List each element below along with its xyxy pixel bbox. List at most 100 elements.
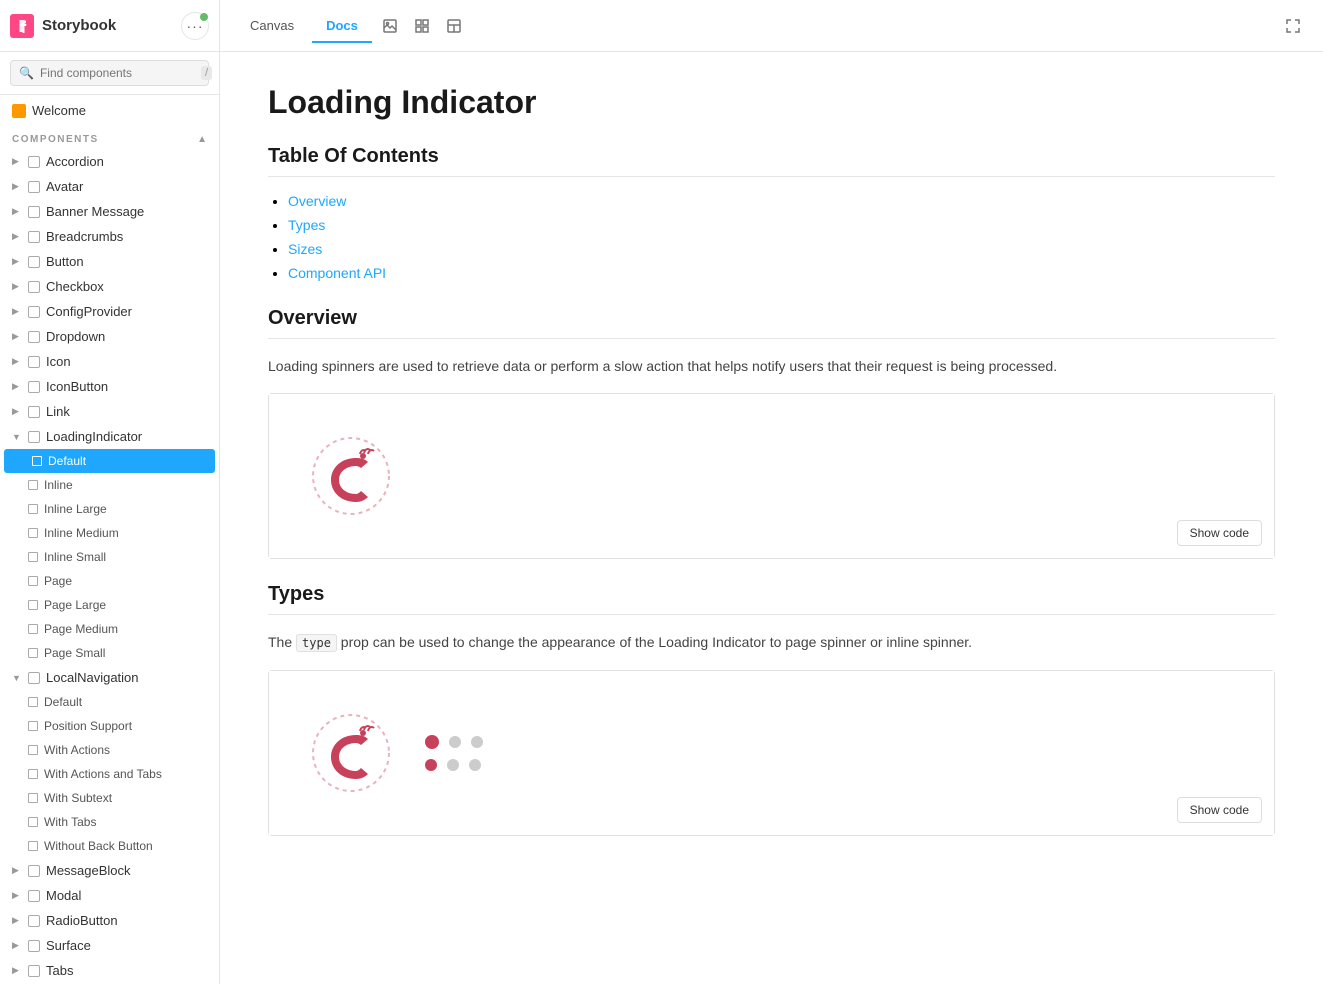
toolbar-right bbox=[1279, 12, 1307, 40]
sidebar-item-config-provider[interactable]: ▶ ConfigProvider bbox=[0, 299, 219, 324]
menu-dots-icon: ··· bbox=[187, 18, 204, 34]
sidebar-label-page-medium: Page Medium bbox=[44, 622, 118, 636]
toc-link-component-api[interactable]: Component API bbox=[288, 265, 386, 281]
divider bbox=[268, 338, 1275, 339]
sidebar-item-icon[interactable]: ▶ Icon bbox=[0, 349, 219, 374]
component-icon bbox=[28, 431, 40, 443]
story-icon bbox=[28, 552, 38, 562]
components-section-header: COMPONENTS ▲ bbox=[0, 126, 219, 149]
sidebar-item-button[interactable]: ▶ Button bbox=[0, 249, 219, 274]
story-icon bbox=[28, 721, 38, 731]
content: Loading Indicator Table Of Contents Over… bbox=[220, 52, 1323, 984]
sidebar-item-modal[interactable]: ▶ Modal bbox=[0, 883, 219, 908]
component-icon bbox=[28, 965, 40, 977]
search-shortcut: / bbox=[201, 66, 212, 80]
sidebar-label-tabs: Tabs bbox=[46, 963, 73, 978]
expand-icon: ▶ bbox=[12, 965, 22, 976]
sidebar-item-accordion[interactable]: ▶ Accordion bbox=[0, 149, 219, 174]
search-input-wrap[interactable]: 🔍 / bbox=[10, 60, 209, 86]
sidebar-item-icon-button[interactable]: ▶ IconButton bbox=[0, 374, 219, 399]
sidebar-label-position-support: Position Support bbox=[44, 719, 132, 733]
sidebar-item-local-navigation[interactable]: ▼ LocalNavigation bbox=[0, 665, 219, 690]
expand-icon: ▶ bbox=[12, 915, 22, 926]
components-section-title: COMPONENTS bbox=[12, 134, 99, 145]
preview-canvas-default bbox=[269, 394, 1274, 558]
sidebar-item-page-small[interactable]: Page Small bbox=[0, 641, 219, 665]
dot-gray-1 bbox=[449, 736, 461, 748]
toolbar-tabs: Canvas Docs bbox=[236, 10, 468, 42]
sidebar-label-dropdown: Dropdown bbox=[46, 329, 105, 344]
sidebar-label-default: Default bbox=[48, 454, 86, 468]
fullscreen-button[interactable] bbox=[1279, 12, 1307, 40]
story-icon bbox=[28, 576, 38, 586]
sidebar-item-page-large[interactable]: Page Large bbox=[0, 593, 219, 617]
layout-icon bbox=[446, 18, 462, 34]
sidebar-nav: Welcome COMPONENTS ▲ ▶ Accordion ▶ Avata… bbox=[0, 95, 219, 984]
sidebar-item-inline-small[interactable]: Inline Small bbox=[0, 545, 219, 569]
sidebar-label-link: Link bbox=[46, 404, 70, 419]
sidebar-item-loading-indicator[interactable]: ▼ LoadingIndicator bbox=[0, 424, 219, 449]
sidebar-item-surface[interactable]: ▶ Surface bbox=[0, 933, 219, 958]
show-code-button-types[interactable]: Show code bbox=[1177, 797, 1262, 823]
toc-list: Overview Types Sizes Component API bbox=[268, 193, 1275, 283]
sidebar-item-tabs[interactable]: ▶ Tabs bbox=[0, 958, 219, 983]
tab-docs[interactable]: Docs bbox=[312, 10, 372, 43]
sidebar-item-inline-large[interactable]: Inline Large bbox=[0, 497, 219, 521]
toolbar-layout-icon-btn[interactable] bbox=[440, 12, 468, 40]
sidebar-item-inline[interactable]: Inline bbox=[0, 473, 219, 497]
sidebar-item-message-block[interactable]: ▶ MessageBlock bbox=[0, 858, 219, 883]
sidebar-label-page-small: Page Small bbox=[44, 646, 105, 660]
sidebar-label-page: Page bbox=[44, 574, 72, 588]
toolbar-grid-icon-btn[interactable] bbox=[408, 12, 436, 40]
show-code-button-default[interactable]: Show code bbox=[1177, 520, 1262, 546]
sidebar-item-avatar[interactable]: ▶ Avatar bbox=[0, 174, 219, 199]
search-bar: 🔍 / bbox=[0, 52, 219, 95]
toc-link-types[interactable]: Types bbox=[288, 217, 325, 233]
toolbar-image-icon-btn[interactable] bbox=[376, 12, 404, 40]
preview-box-types: Show code bbox=[268, 670, 1275, 836]
sidebar-label-inline: Inline bbox=[44, 478, 73, 492]
overview-heading: Overview bbox=[268, 307, 1275, 330]
toc-link-overview[interactable]: Overview bbox=[288, 193, 346, 209]
sidebar-label-avatar: Avatar bbox=[46, 179, 83, 194]
sidebar-item-with-actions[interactable]: With Actions bbox=[0, 738, 219, 762]
sidebar: Storybook ··· 🔍 / Welcome COMPONENTS ▲ ▶ bbox=[0, 0, 220, 984]
sidebar-item-default[interactable]: Default bbox=[4, 449, 215, 473]
list-item: Component API bbox=[288, 265, 1275, 283]
story-icon bbox=[28, 624, 38, 634]
toc-link-sizes[interactable]: Sizes bbox=[288, 241, 322, 257]
toolbar: Canvas Docs bbox=[220, 0, 1323, 52]
sidebar-item-page[interactable]: Page bbox=[0, 569, 219, 593]
sidebar-item-inline-medium[interactable]: Inline Medium bbox=[0, 521, 219, 545]
sidebar-header: Storybook ··· bbox=[0, 0, 219, 52]
sidebar-label-ln-default: Default bbox=[44, 695, 82, 709]
tab-canvas[interactable]: Canvas bbox=[236, 10, 308, 43]
main: Canvas Docs bbox=[220, 0, 1323, 984]
menu-button[interactable]: ··· bbox=[181, 12, 209, 40]
sidebar-label-radio-button: RadioButton bbox=[46, 913, 118, 928]
sidebar-label-checkbox: Checkbox bbox=[46, 279, 104, 294]
sidebar-item-breadcrumbs[interactable]: ▶ Breadcrumbs bbox=[0, 224, 219, 249]
sidebar-item-with-subtext[interactable]: With Subtext bbox=[0, 786, 219, 810]
sidebar-item-with-actions-tabs[interactable]: With Actions and Tabs bbox=[0, 762, 219, 786]
search-input[interactable] bbox=[40, 66, 195, 80]
sidebar-item-checkbox[interactable]: ▶ Checkbox bbox=[0, 274, 219, 299]
sidebar-item-banner-message[interactable]: ▶ Banner Message bbox=[0, 199, 219, 224]
component-icon bbox=[28, 331, 40, 343]
toc-heading: Table Of Contents bbox=[268, 145, 1275, 168]
doc-title: Loading Indicator bbox=[268, 84, 1275, 121]
sidebar-item-dropdown[interactable]: ▶ Dropdown bbox=[0, 324, 219, 349]
sidebar-item-page-medium[interactable]: Page Medium bbox=[0, 617, 219, 641]
sidebar-label-accordion: Accordion bbox=[46, 154, 104, 169]
nav-welcome[interactable]: Welcome bbox=[0, 95, 219, 126]
components-collapse-icon[interactable]: ▲ bbox=[197, 134, 207, 145]
story-icon bbox=[28, 841, 38, 851]
sidebar-label-message-block: MessageBlock bbox=[46, 863, 131, 878]
sidebar-item-without-back-button[interactable]: Without Back Button bbox=[0, 834, 219, 858]
sidebar-item-link[interactable]: ▶ Link bbox=[0, 399, 219, 424]
sidebar-item-with-tabs[interactable]: With Tabs bbox=[0, 810, 219, 834]
sidebar-item-radio-button[interactable]: ▶ RadioButton bbox=[0, 908, 219, 933]
sidebar-item-position-support[interactable]: Position Support bbox=[0, 714, 219, 738]
sidebar-label-page-large: Page Large bbox=[44, 598, 106, 612]
sidebar-item-ln-default[interactable]: Default bbox=[0, 690, 219, 714]
